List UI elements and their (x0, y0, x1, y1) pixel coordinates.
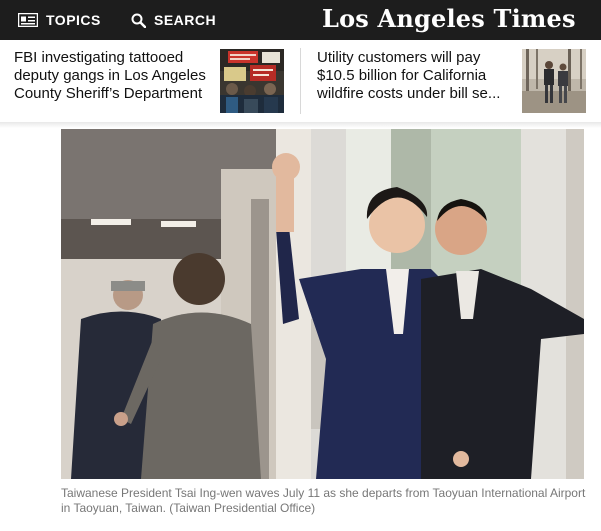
top-navigation-bar: TOPICS SEARCH Los Angeles Times (0, 0, 601, 40)
search-button[interactable]: SEARCH (131, 0, 216, 40)
story-card-fbi[interactable]: FBI investigating tattooed deputy gangs … (0, 40, 300, 122)
search-icon (131, 13, 146, 28)
photo-caption: Taiwanese President Tsai Ing-wen waves J… (61, 486, 586, 515)
newspaper-icon (18, 13, 38, 27)
people-walking-photo-icon[interactable] (522, 49, 586, 113)
search-label: SEARCH (154, 12, 217, 28)
story-headline[interactable]: Utility customers will pay $10.5 billion… (317, 49, 512, 103)
story-headline[interactable]: FBI investigating tattooed deputy gangs … (14, 49, 210, 103)
president-waving-photo-icon[interactable] (61, 129, 584, 479)
story-divider (300, 48, 301, 114)
story-card-utility[interactable]: Utility customers will pay $10.5 billion… (302, 40, 601, 122)
trending-stories-strip: FBI investigating tattooed deputy gangs … (0, 40, 601, 123)
site-logo[interactable]: Los Angeles Times (322, 4, 576, 33)
protest-photo-icon[interactable] (220, 49, 284, 113)
header-shadow (0, 122, 601, 128)
topics-label: TOPICS (46, 12, 101, 28)
topics-button[interactable]: TOPICS (18, 0, 101, 40)
